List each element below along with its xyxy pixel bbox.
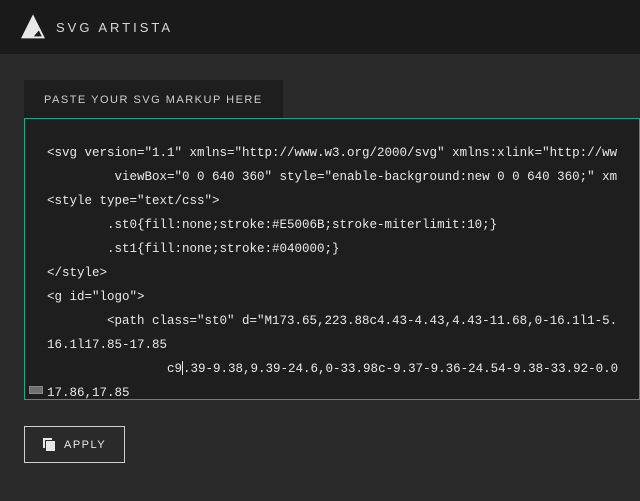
- apply-button[interactable]: APPLY: [24, 426, 125, 463]
- code-line: <path class="st0" d="M173.65,223.88c4.43…: [47, 309, 621, 333]
- brand-title: SVG ARTISTA: [56, 20, 173, 35]
- code-line: .st1{fill:none;stroke:#040000;}: [47, 237, 621, 261]
- tab-paste-svg[interactable]: PASTE YOUR SVG MARKUP HERE: [24, 80, 283, 118]
- main-panel: PASTE YOUR SVG MARKUP HERE <svg version=…: [0, 54, 640, 463]
- code-line: 16.1l17.85-17.85: [47, 333, 621, 357]
- code-line: c9.39-9.38,9.39-24.6,0-33.98c-9.37-9.36-…: [47, 357, 621, 381]
- horizontal-scrollbar[interactable]: [29, 385, 635, 395]
- code-line: </style>: [47, 261, 621, 285]
- code-line: <style type="text/css">: [47, 189, 621, 213]
- app-header: SVG ARTISTA: [0, 0, 640, 54]
- logo-icon: [20, 14, 46, 40]
- copy-icon: [43, 438, 56, 451]
- code-line: <svg version="1.1" xmlns="http://www.w3.…: [47, 141, 621, 165]
- code-line: .st0{fill:none;stroke:#E5006B;stroke-mit…: [47, 213, 621, 237]
- code-line: viewBox="0 0 640 360" style="enable-back…: [47, 165, 621, 189]
- apply-button-label: APPLY: [64, 439, 106, 451]
- text-cursor: [182, 361, 183, 375]
- scrollbar-thumb[interactable]: [29, 386, 43, 394]
- code-line: <g id="logo">: [47, 285, 621, 309]
- svg-code-editor[interactable]: <svg version="1.1" xmlns="http://www.w3.…: [24, 118, 640, 400]
